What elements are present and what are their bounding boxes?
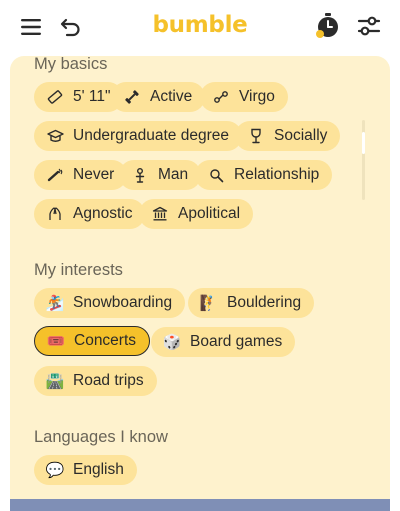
- basic-gender-label: Man: [158, 166, 189, 184]
- interest-snowboarding-label: Snowboarding: [73, 294, 173, 312]
- filter-button[interactable]: [352, 9, 386, 43]
- basic-religion-chip: Agnostic: [34, 199, 146, 229]
- filter-sliders-icon: [357, 16, 381, 36]
- graduation-cap-icon: [46, 127, 64, 145]
- interest-road-trips-chip: 🛣️ Road trips: [34, 366, 157, 396]
- smoking-icon: [46, 166, 64, 184]
- timer-button[interactable]: [311, 9, 345, 43]
- interest-bouldering-chip: 🧗 Bouldering: [188, 288, 315, 318]
- basic-looking-for-chip: Relationship: [195, 160, 333, 190]
- basic-politics-chip: Apolitical: [139, 199, 254, 229]
- basic-smoking-label: Never: [73, 166, 115, 184]
- interest-concerts-chip: 🎟️ Concerts: [34, 326, 151, 356]
- basic-gender-chip: Man: [119, 160, 202, 190]
- speech-bubble-icon: 💬: [45, 462, 65, 479]
- basic-height-label: 5' 11": [73, 88, 111, 106]
- stopwatch-icon: [316, 13, 338, 38]
- basics-title: My basics: [34, 55, 108, 73]
- government-building-icon: [151, 205, 169, 223]
- ruler-icon: [46, 88, 64, 106]
- top-bar: bumble: [0, 0, 400, 54]
- interest-snowboarding-chip: 🏂 Snowboarding: [34, 288, 186, 318]
- basic-exercise-label: Active: [150, 88, 193, 106]
- languages-title: Languages I know: [34, 428, 168, 446]
- basic-education-label: Undergraduate degree: [73, 127, 229, 145]
- basic-drinking-chip: Socially: [235, 121, 341, 151]
- search-icon: [207, 166, 225, 184]
- basic-politics-label: Apolitical: [178, 205, 241, 223]
- gender-icon: [131, 166, 149, 184]
- ticket-icon: 🎟️: [46, 333, 66, 350]
- basic-education-chip: Undergraduate degree: [34, 121, 242, 151]
- basic-looking-for-label: Relationship: [234, 166, 320, 184]
- next-photo[interactable]: [10, 499, 390, 511]
- basic-drinking-label: Socially: [274, 127, 328, 145]
- basic-exercise-chip: Active: [111, 82, 206, 112]
- interest-road-trips-label: Road trips: [73, 372, 144, 390]
- language-english-label: English: [73, 461, 124, 479]
- zodiac-icon: [212, 88, 230, 106]
- interest-bouldering-label: Bouldering: [227, 294, 302, 312]
- language-english-chip: 💬 English: [34, 455, 137, 485]
- snowboarding-icon: 🏂: [45, 295, 65, 312]
- basic-religion-label: Agnostic: [73, 205, 133, 223]
- praying-hands-icon: [46, 205, 64, 223]
- interests-title: My interests: [34, 261, 123, 279]
- road-icon: 🛣️: [45, 373, 65, 390]
- interest-board-games-chip: 🎲 Board games: [151, 327, 296, 357]
- basic-zodiac-label: Virgo: [239, 88, 275, 106]
- interest-concerts-label: Concerts: [74, 332, 137, 350]
- scrollbar[interactable]: [362, 120, 365, 200]
- wine-glass-icon: [247, 127, 265, 145]
- interest-board-games-label: Board games: [190, 333, 283, 351]
- basic-smoking-chip: Never: [34, 160, 128, 190]
- basic-zodiac-chip: Virgo: [200, 82, 288, 112]
- dumbbell-icon: [123, 88, 141, 106]
- climbing-icon: 🧗: [199, 295, 219, 312]
- dice-icon: 🎲: [162, 334, 182, 351]
